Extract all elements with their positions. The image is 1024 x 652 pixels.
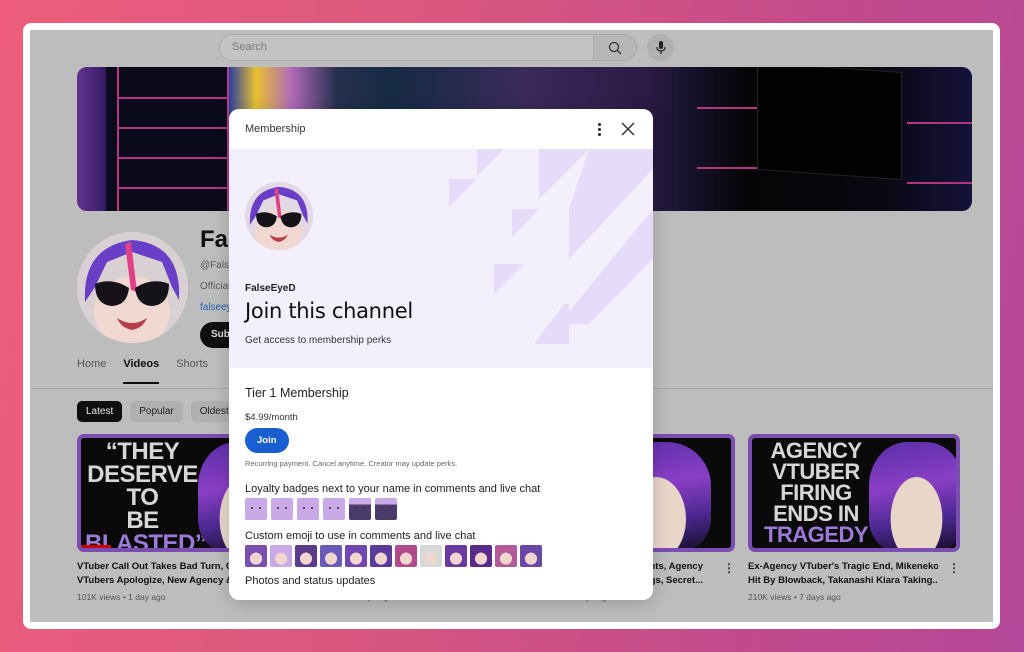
custom-emoji-icon: [345, 545, 367, 567]
chip-popular[interactable]: Popular: [130, 401, 183, 422]
loyalty-badges: [245, 498, 637, 520]
membership-dialog: Membership FalseEyeD Join this channel G…: [229, 109, 653, 600]
channel-avatar[interactable]: [77, 232, 188, 343]
thumbnail-character: [869, 442, 956, 548]
custom-emojis: [245, 545, 637, 567]
channel-tabs: Home Videos Shorts: [77, 358, 225, 384]
join-button[interactable]: Join: [245, 428, 289, 453]
channel-name: FalseEyeD: [245, 283, 296, 294]
tab-shorts[interactable]: Shorts: [176, 358, 208, 384]
dialog-subheading: Get access to membership perks: [245, 335, 392, 346]
avatar-image: [245, 182, 313, 250]
channel-link[interactable]: falseey: [200, 302, 232, 313]
channel-description[interactable]: Official: [200, 281, 230, 292]
perk-emoji-title: Custom emoji to use in comments and live…: [245, 530, 476, 542]
more-options-icon[interactable]: ⋮: [948, 561, 960, 575]
more-options-icon[interactable]: ⋮: [723, 561, 735, 575]
video-card[interactable]: AGENCY VTUBER FIRING ENDS IN TRAGEDY Ex-…: [748, 434, 960, 602]
custom-emoji-icon: [270, 545, 292, 567]
more-options-icon[interactable]: [593, 120, 605, 138]
video-title[interactable]: Ex-Agency VTuber's Tragic End, Mikeneko H…: [748, 560, 938, 588]
custom-emoji-icon: [420, 545, 442, 567]
custom-emoji-icon: [395, 545, 417, 567]
perk-photos-title: Photos and status updates: [245, 575, 376, 587]
tab-home[interactable]: Home: [77, 358, 106, 384]
microphone-icon: [655, 40, 666, 54]
custom-emoji-icon: [295, 545, 317, 567]
tier-note: Recurring payment. Cancel anytime. Creat…: [245, 459, 458, 468]
video-meta: 210K views • 7 days ago: [748, 592, 841, 602]
loyalty-badge-icon: [271, 498, 293, 520]
dialog-header: Membership: [229, 109, 653, 149]
tier-name: Tier 1 Membership: [245, 386, 349, 400]
thumbnail-text: “THEY DESERVE TO BE BLASTED”: [85, 438, 207, 552]
video-thumbnail[interactable]: AGENCY VTUBER FIRING ENDS IN TRAGEDY: [748, 434, 960, 552]
banner-screen: [757, 67, 902, 181]
tab-videos[interactable]: Videos: [123, 358, 160, 384]
custom-emoji-icon: [320, 545, 342, 567]
voice-search-button[interactable]: [647, 34, 674, 61]
loyalty-badge-icon: [245, 498, 267, 520]
search-button[interactable]: [593, 34, 637, 61]
loyalty-badge-icon: [375, 498, 397, 520]
sort-chips: Latest Popular Oldest: [77, 401, 238, 422]
loyalty-badge-icon: [297, 498, 319, 520]
dialog-heading: Join this channel: [245, 299, 413, 323]
perk-badges-title: Loyalty badges next to your name in comm…: [245, 483, 541, 495]
tier-price: $4.99/month: [245, 412, 298, 423]
watch-progress: [81, 545, 111, 548]
custom-emoji-icon: [245, 545, 267, 567]
dialog-hero: FalseEyeD Join this channel Get access t…: [229, 149, 653, 368]
search-icon: [608, 41, 622, 54]
chip-latest[interactable]: Latest: [77, 401, 123, 422]
custom-emoji-icon: [495, 545, 517, 567]
avatar-image: [77, 232, 188, 343]
channel-handle: @Fals: [200, 260, 230, 271]
dialog-title: Membership: [245, 123, 306, 135]
channel-avatar: [245, 182, 313, 250]
search-input[interactable]: Search: [219, 34, 594, 61]
loyalty-badge-icon: [323, 498, 345, 520]
custom-emoji-icon: [370, 545, 392, 567]
close-icon[interactable]: [619, 120, 637, 138]
thumbnail-text: AGENCY VTUBER FIRING ENDS IN TRAGEDY: [763, 438, 869, 547]
tier-section: Tier 1 Membership $4.99/month Join Recur…: [229, 368, 653, 587]
loyalty-badge-icon: [349, 498, 371, 520]
custom-emoji-icon: [470, 545, 492, 567]
custom-emoji-icon: [445, 545, 467, 567]
custom-emoji-icon: [520, 545, 542, 567]
